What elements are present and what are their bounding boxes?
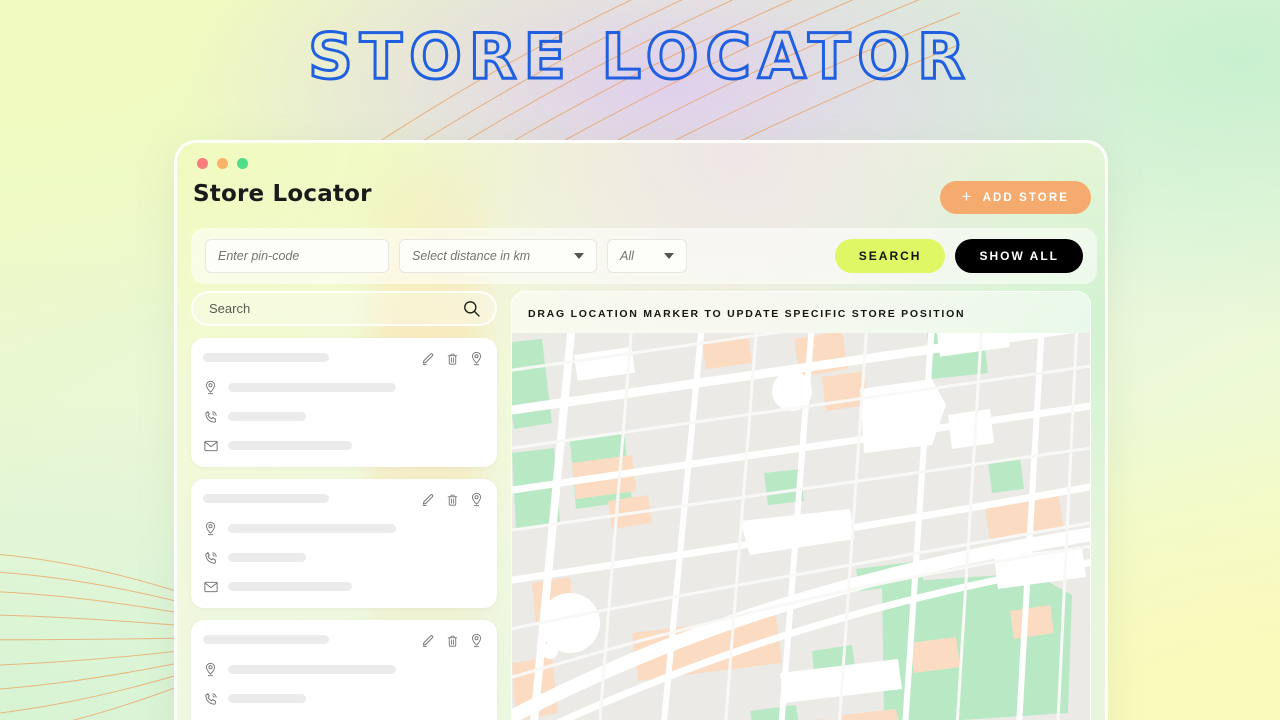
- store-phone-row: [203, 409, 483, 424]
- store-phone-skeleton: [228, 694, 306, 703]
- store-address-skeleton: [228, 524, 396, 533]
- store-address-row: [203, 662, 483, 677]
- add-store-label: ADD STORE: [982, 191, 1069, 204]
- store-list-sidebar: Search: [177, 291, 511, 720]
- chevron-down-icon: [574, 253, 584, 259]
- store-phone-row: [203, 550, 483, 565]
- map-hint-label: DRAG LOCATION MARKER TO UPDATE SPECIFIC …: [528, 308, 966, 320]
- store-card[interactable]: [191, 620, 497, 720]
- chevron-down-icon: [664, 253, 674, 259]
- store-card-actions: [421, 492, 483, 507]
- store-phone-skeleton: [228, 553, 306, 562]
- phone-icon: [203, 550, 218, 565]
- search-button[interactable]: SEARCH: [834, 239, 946, 273]
- window-content: Search DRAG LOCATION MARKER TO UPDATE SP…: [177, 291, 1105, 720]
- close-icon[interactable]: [197, 158, 208, 169]
- store-address-row: [203, 521, 483, 536]
- map-canvas[interactable]: [512, 333, 1090, 720]
- envelope-icon: [203, 579, 218, 594]
- phone-icon: [203, 409, 218, 424]
- add-store-button[interactable]: + ADD STORE: [939, 181, 1091, 214]
- distance-select[interactable]: Select distance in km: [399, 239, 597, 273]
- store-card-header: [203, 492, 483, 507]
- edit-icon[interactable]: [421, 634, 435, 648]
- show-all-button[interactable]: SHOW ALL: [955, 239, 1083, 273]
- page-title-wrap: STORE LOCATOR: [0, 20, 1280, 93]
- edit-icon[interactable]: [421, 352, 435, 366]
- delete-icon[interactable]: [446, 352, 459, 366]
- locate-icon[interactable]: [470, 492, 483, 507]
- sidebar-search-input[interactable]: Search: [191, 291, 497, 326]
- window-title: Store Locator: [193, 181, 372, 207]
- distance-select-value: Select distance in km: [412, 249, 531, 263]
- delete-icon[interactable]: [446, 634, 459, 648]
- store-name-skeleton: [203, 494, 329, 503]
- type-select[interactable]: All: [607, 239, 687, 273]
- store-address-row: [203, 380, 483, 395]
- envelope-icon: [203, 438, 218, 453]
- maximize-icon[interactable]: [237, 158, 248, 169]
- edit-icon[interactable]: [421, 493, 435, 507]
- store-email-row: [203, 438, 483, 453]
- page-title: STORE LOCATOR: [307, 20, 972, 93]
- store-name-skeleton: [203, 635, 329, 644]
- search-icon[interactable]: [462, 299, 481, 318]
- store-email-skeleton: [228, 441, 352, 450]
- store-address-skeleton: [228, 383, 396, 392]
- sidebar-search-placeholder: Search: [209, 301, 251, 316]
- store-name-skeleton: [203, 353, 329, 362]
- map-panel: DRAG LOCATION MARKER TO UPDATE SPECIFIC …: [511, 291, 1091, 720]
- store-address-skeleton: [228, 665, 396, 674]
- store-card-actions: [421, 633, 483, 648]
- store-email-skeleton: [228, 582, 352, 591]
- store-card-header: [203, 633, 483, 648]
- store-phone-skeleton: [228, 412, 306, 421]
- window-traffic-lights: [197, 158, 248, 169]
- minimize-icon[interactable]: [217, 158, 228, 169]
- map-pin-icon: [203, 521, 218, 536]
- store-card-header: [203, 351, 483, 366]
- app-window: Store Locator + ADD STORE Enter pin-code…: [174, 140, 1108, 720]
- store-email-row: [203, 579, 483, 594]
- delete-icon[interactable]: [446, 493, 459, 507]
- map-pin-icon: [203, 380, 218, 395]
- store-card[interactable]: [191, 479, 497, 608]
- phone-icon: [203, 691, 218, 706]
- pin-code-placeholder: Enter pin-code: [218, 249, 300, 263]
- map-pin-icon: [203, 662, 218, 677]
- store-card[interactable]: [191, 338, 497, 467]
- store-card-actions: [421, 351, 483, 366]
- locate-icon[interactable]: [470, 633, 483, 648]
- type-select-value: All: [620, 249, 634, 263]
- plus-icon: +: [961, 187, 974, 206]
- pin-code-input[interactable]: Enter pin-code: [205, 239, 389, 273]
- map-tiles: [512, 333, 1090, 720]
- store-phone-row: [203, 691, 483, 706]
- page-root: STORE LOCATOR Store Locator + ADD STORE …: [0, 0, 1280, 720]
- locate-icon[interactable]: [470, 351, 483, 366]
- filter-bar: Enter pin-code Select distance in km All…: [191, 228, 1097, 284]
